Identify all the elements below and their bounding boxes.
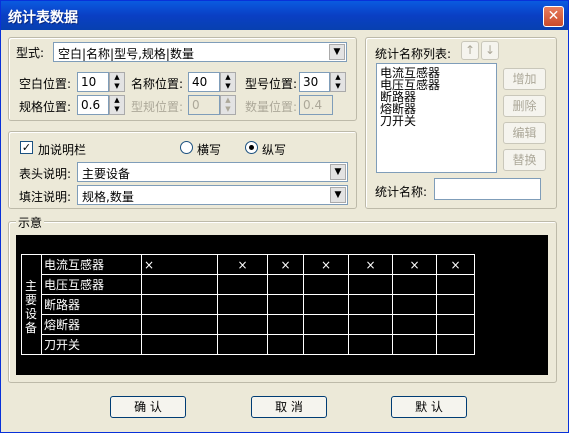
modelspec-position-input: 0: [188, 95, 220, 115]
table-row: 断路器: [22, 294, 475, 315]
spin-up-icon: ▲: [114, 73, 120, 81]
header-char: 主: [24, 279, 37, 293]
horizontal-label: 横写: [197, 143, 222, 157]
header-note-label: 表头说明:: [19, 167, 72, 181]
chevron-down-icon[interactable]: ▼: [330, 187, 346, 203]
type-value: 空白|名称|型号,规格|数量: [58, 47, 194, 61]
stats-name-input[interactable]: [434, 178, 541, 200]
qty-position-input: 0.4: [299, 95, 333, 115]
fill-note-combobox[interactable]: 规格,数量 ▼: [77, 185, 348, 205]
vertical-label: 纵写: [262, 143, 287, 157]
header-note-combobox[interactable]: 主要设备 ▼: [77, 162, 348, 182]
type-combobox[interactable]: 空白|名称|型号,规格|数量 ▼: [53, 42, 347, 62]
window-title: 统计表数据: [8, 10, 78, 26]
spin-buttons: ▲ ▼: [220, 95, 236, 115]
dialog-window: 统计表数据 ✕ 型式: 空白|名称|型号,规格|数量 ▼ 空白位置: 10 ▲ ▼…: [0, 0, 569, 433]
list-item[interactable]: 刀开关: [380, 115, 416, 127]
qty-position-label: 数量位置:: [245, 100, 298, 114]
ok-button[interactable]: 确 认: [110, 396, 186, 418]
add-note-label: 加说明栏: [38, 143, 87, 157]
replace-button[interactable]: 替换: [503, 149, 546, 171]
header-note-value: 主要设备: [82, 167, 131, 181]
spin-up-icon: ▲: [114, 96, 120, 104]
arrow-down-icon: ↓: [484, 43, 496, 57]
preview-label: 示意: [16, 214, 45, 231]
fill-note-label: 填注说明:: [19, 190, 72, 204]
model-position-input[interactable]: 30: [299, 72, 330, 92]
type-label: 型式:: [16, 46, 45, 60]
table-cell: 电压互感器: [41, 274, 142, 295]
table-cell: ×: [267, 254, 304, 275]
add-note-checkbox[interactable]: ✓: [20, 141, 33, 154]
header-char: 要: [24, 293, 37, 307]
header-char: 设: [24, 307, 37, 321]
table-cell: 熔断器: [41, 314, 142, 335]
table-row: 熔断器: [22, 314, 475, 335]
modelspec-position-label: 型规位置:: [131, 100, 184, 114]
table-cell: 电流互感器: [41, 254, 142, 275]
check-icon: ✓: [21, 141, 32, 154]
chevron-down-icon[interactable]: ▼: [330, 164, 346, 180]
table-row: 电流互感器 × × × × × × ×: [21, 254, 475, 355]
cancel-button[interactable]: 取 消: [251, 396, 327, 418]
spec-position-label: 规格位置:: [19, 100, 72, 114]
table-cell: 断路器: [41, 294, 142, 315]
table-cell: ×: [303, 254, 349, 275]
chevron-down-icon[interactable]: ▼: [329, 44, 345, 60]
model-position-label: 型号位置:: [245, 77, 298, 91]
stats-list-label: 统计名称列表:: [375, 47, 452, 61]
spin-buttons[interactable]: ▲ ▼: [109, 72, 125, 92]
table-cell: ×: [392, 254, 437, 275]
stats-listbox[interactable]: 电流互感器 电压互感器 断路器 熔断器 刀开关: [376, 63, 497, 173]
table-row: 电压互感器: [22, 274, 475, 295]
spin-down-icon: ▼: [114, 82, 120, 90]
table-cell: ×: [348, 254, 393, 275]
title-bar: 统计表数据 ✕: [1, 1, 568, 30]
spin-down-icon: ▼: [225, 82, 231, 90]
spin-buttons[interactable]: ▲ ▼: [220, 72, 236, 92]
move-up-button[interactable]: ↑: [461, 41, 479, 60]
spin-up-icon: ▲: [225, 96, 231, 104]
arrow-up-icon: ↑: [464, 43, 476, 57]
spin-up-icon: ▲: [225, 73, 231, 81]
spin-down-icon: ▼: [335, 82, 341, 90]
name-position-input[interactable]: 40: [188, 72, 220, 92]
name-position-label: 名称位置:: [131, 77, 184, 91]
default-button[interactable]: 默 认: [391, 396, 467, 418]
blank-position-label: 空白位置:: [19, 77, 72, 91]
header-char: 备: [24, 321, 37, 335]
add-button[interactable]: 增加: [503, 68, 546, 90]
delete-button[interactable]: 删除: [503, 95, 546, 117]
spec-position-input[interactable]: 0.6: [77, 95, 109, 115]
horizontal-radio[interactable]: [180, 141, 193, 154]
move-down-button[interactable]: ↓: [481, 41, 499, 60]
spin-down-icon: ▼: [225, 105, 231, 113]
table-cell: ×: [436, 254, 475, 275]
table-row: 刀开关: [22, 334, 475, 355]
edit-button[interactable]: 编辑: [503, 122, 546, 144]
blank-position-input[interactable]: 10: [77, 72, 109, 92]
spin-buttons[interactable]: ▲ ▼: [109, 95, 125, 115]
stats-name-label: 统计名称:: [375, 185, 428, 199]
preview-header-text: 主 要 设 备: [21, 279, 41, 379]
table-cell: ×: [217, 254, 268, 275]
preview-table: 电流互感器 × × × × × × × 电压互感器 断路器 熔断器 刀开关: [21, 254, 475, 355]
vertical-radio[interactable]: [245, 141, 258, 154]
spin-buttons[interactable]: ▲ ▼: [330, 72, 346, 92]
table-cell: 刀开关: [41, 334, 142, 355]
close-button[interactable]: ✕: [543, 6, 564, 27]
spin-up-icon: ▲: [335, 73, 341, 81]
spin-down-icon: ▼: [114, 105, 120, 113]
table-cell: ×: [141, 254, 218, 275]
close-icon: ✕: [547, 8, 560, 24]
fill-note-value: 规格,数量: [82, 190, 134, 204]
